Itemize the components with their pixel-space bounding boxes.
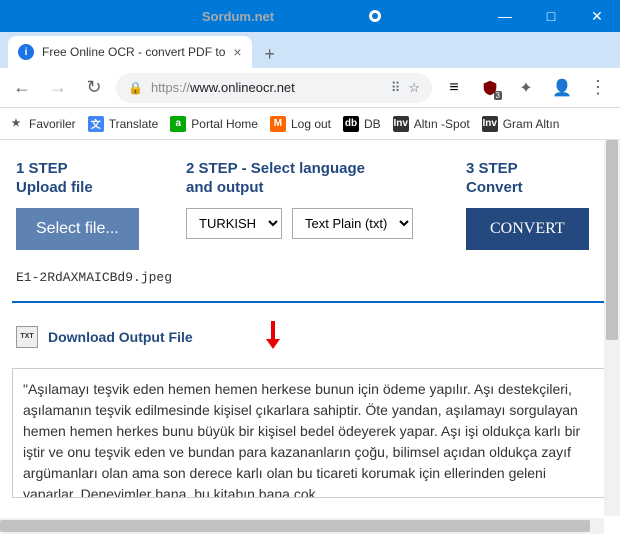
page-content: 1 STEP Upload file Select file... 2 STEP… (0, 140, 620, 534)
bookmark-translate[interactable]: 文Translate (88, 116, 159, 132)
bookmark-altin[interactable]: InvAltın -Spot (393, 116, 470, 132)
browser-toolbar: ← → ↻ 🔒 https://www.onlineocr.net ⠿ ☆ ≡ … (0, 68, 620, 108)
bookmark-logout[interactable]: MLog out (270, 116, 331, 132)
convert-button[interactable]: CONVERT (466, 208, 589, 250)
address-bar[interactable]: 🔒 https://www.onlineocr.net ⠿ ☆ (116, 73, 432, 103)
language-select[interactable]: TURKISH (186, 208, 282, 239)
step-3-subtitle: Convert (466, 179, 606, 196)
url-text: https://www.onlineocr.net (151, 80, 383, 95)
horizontal-scrollbar[interactable] (0, 518, 604, 534)
extensions-icon[interactable]: ✦ (512, 74, 540, 102)
txt-file-icon: TXT (16, 326, 38, 348)
minimize-button[interactable]: — (482, 0, 528, 32)
bookmark-star-icon[interactable]: ☆ (408, 80, 420, 96)
browser-tab[interactable]: i Free Online OCR - convert PDF to × (8, 36, 252, 68)
back-button[interactable]: ← (8, 74, 36, 102)
scrollbar-thumb[interactable] (0, 520, 590, 532)
maximize-button[interactable]: □ (528, 0, 574, 32)
download-output-link[interactable]: Download Output File (48, 329, 193, 345)
window-controls: — □ ✕ (482, 0, 620, 32)
step-3: 3 STEP Convert CONVERT (466, 160, 606, 250)
profile-avatar-icon[interactable]: 👤 (548, 74, 576, 102)
scrollbar-thumb[interactable] (606, 140, 618, 340)
buffer-ext-icon[interactable]: ≡ (440, 74, 468, 102)
tab-favicon: i (18, 44, 34, 60)
step-2-title: 2 STEP - Select language (186, 160, 446, 177)
select-file-button[interactable]: Select file... (16, 208, 139, 250)
arrow-down-icon (263, 319, 283, 354)
watermark-icon (368, 9, 382, 23)
tab-close-icon[interactable]: × (233, 44, 241, 60)
steps-row: 1 STEP Upload file Select file... 2 STEP… (12, 152, 608, 262)
step-1: 1 STEP Upload file Select file... (16, 160, 166, 250)
vertical-scrollbar[interactable] (604, 140, 620, 516)
bookmarks-bar: ★Favoriler 文Translate aPortal Home MLog … (0, 108, 620, 140)
lock-icon: 🔒 (128, 81, 143, 95)
step-2: 2 STEP - Select language and output TURK… (186, 160, 446, 250)
new-tab-button[interactable]: + (256, 40, 284, 68)
bookmark-db[interactable]: dbDB (343, 116, 381, 132)
reload-button[interactable]: ↻ (80, 74, 108, 102)
menu-button[interactable]: ⋮ (584, 74, 612, 102)
step-1-title: 1 STEP (16, 160, 166, 177)
uploaded-filename: E1-2RdAXMAICBd9.jpeg (12, 270, 608, 285)
bookmark-favoriler[interactable]: ★Favoriler (8, 116, 76, 132)
translate-icon[interactable]: ⠿ (391, 80, 401, 96)
output-format-select[interactable]: Text Plain (txt) (292, 208, 413, 239)
step-2-subtitle: and output (186, 179, 446, 196)
window-titlebar: Sordum.net — □ ✕ (0, 0, 620, 32)
ublock-ext-icon[interactable]: 3 (476, 74, 504, 102)
step-1-subtitle: Upload file (16, 179, 166, 196)
step-3-title: 3 STEP (466, 160, 606, 177)
forward-button[interactable]: → (44, 74, 72, 102)
divider (12, 301, 608, 303)
download-row: TXT Download Output File (12, 319, 608, 354)
bookmark-gram[interactable]: InvGram Altın (482, 116, 560, 132)
tab-strip: i Free Online OCR - convert PDF to × + (0, 32, 620, 68)
bookmark-portal[interactable]: aPortal Home (170, 116, 258, 132)
tab-title: Free Online OCR - convert PDF to (42, 45, 225, 59)
close-button[interactable]: ✕ (574, 0, 620, 32)
ocr-output-textarea[interactable]: "Aşılamayı teşvik eden hemen hemen herke… (12, 368, 608, 498)
ublock-badge: 3 (494, 91, 502, 100)
watermark-text: Sordum.net (8, 9, 368, 24)
